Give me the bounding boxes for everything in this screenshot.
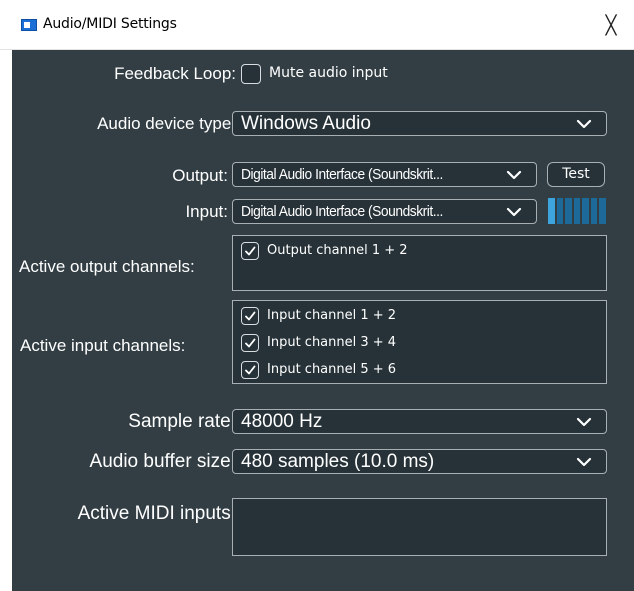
list-item[interactable]: Input channel 5 + 6 (241, 361, 541, 381)
input-device-value: Digital Audio Interface (Soundskrit... (241, 203, 443, 220)
audio-device-type-dropdown[interactable]: Windows Audio (232, 111, 607, 136)
close-icon: ╳ (605, 14, 617, 36)
test-button[interactable]: Test (547, 162, 605, 187)
meter-segment (548, 198, 555, 224)
mute-audio-input-checkbox[interactable]: Mute audio input (241, 64, 421, 84)
settings-panel: Feedback Loop: Mute audio input Audio de… (12, 50, 634, 591)
input-level-meter (548, 198, 607, 224)
checkbox[interactable] (241, 361, 259, 379)
checkmark-icon (245, 338, 256, 348)
output-label: Output: (172, 166, 228, 185)
checkbox[interactable] (241, 307, 259, 325)
chevron-down-icon (506, 170, 522, 180)
feedback-loop-label: Feedback Loop: (114, 64, 236, 83)
chevron-down-icon (576, 119, 592, 129)
checkmark-icon (245, 365, 256, 375)
active-midi-inputs-label: Active MIDI inputs: (77, 503, 236, 524)
list-item[interactable]: Output channel 1 + 2 (241, 242, 541, 262)
audio-buffer-size-label: Audio buffer size: (89, 451, 236, 472)
close-button[interactable]: ╳ (588, 0, 634, 50)
app-window-icon (21, 19, 37, 31)
meter-segment (556, 198, 564, 224)
meter-segment (599, 198, 607, 224)
input-channel-label: Input channel 1 + 2 (267, 308, 397, 323)
audio-device-type-value: Windows Audio (241, 113, 371, 134)
active-input-channels-label: Active input channels: (20, 336, 186, 355)
meter-segment (573, 198, 581, 224)
active-output-channels-label: Active output channels: (19, 257, 195, 276)
active-output-channels-list[interactable]: Output channel 1 + 2 (232, 235, 607, 291)
audio-device-type-label: Audio device type: (97, 114, 236, 133)
mute-audio-input-label: Mute audio input (269, 65, 388, 81)
audio-buffer-size-dropdown[interactable]: 480 samples (10.0 ms) (232, 449, 607, 474)
checkmark-icon (245, 311, 256, 321)
input-channel-label: Input channel 5 + 6 (267, 362, 397, 377)
title-bar: Audio/MIDI Settings ╳ (0, 0, 634, 50)
checkmark-icon (245, 246, 256, 256)
meter-segment (582, 198, 589, 224)
checkbox[interactable] (241, 334, 259, 352)
list-item[interactable]: Input channel 1 + 2 (241, 307, 541, 327)
sample-rate-value: 48000 Hz (241, 411, 323, 432)
chevron-down-icon (576, 457, 592, 467)
active-input-channels-list[interactable]: Input channel 1 + 2 Input channel 3 + 4 … (232, 300, 607, 384)
audio-buffer-size-value: 480 samples (10.0 ms) (241, 451, 435, 472)
active-midi-inputs-list[interactable] (232, 498, 607, 556)
meter-segment (590, 198, 598, 224)
list-item[interactable]: Input channel 3 + 4 (241, 334, 541, 354)
output-channel-label: Output channel 1 + 2 (267, 243, 408, 258)
chevron-down-icon (576, 417, 592, 427)
chevron-down-icon (506, 207, 522, 217)
meter-segment (565, 198, 572, 224)
sample-rate-dropdown[interactable]: 48000 Hz (232, 409, 607, 434)
window-title: Audio/MIDI Settings (43, 16, 177, 32)
output-device-dropdown[interactable]: Digital Audio Interface (Soundskrit... (232, 162, 537, 187)
input-channel-label: Input channel 3 + 4 (267, 335, 397, 350)
mute-checkbox-box[interactable] (241, 64, 261, 84)
input-device-dropdown[interactable]: Digital Audio Interface (Soundskrit... (232, 199, 537, 224)
output-device-value: Digital Audio Interface (Soundskrit... (241, 166, 443, 183)
sample-rate-label: Sample rate: (128, 411, 236, 432)
checkbox[interactable] (241, 242, 259, 260)
input-label: Input: (185, 202, 228, 221)
